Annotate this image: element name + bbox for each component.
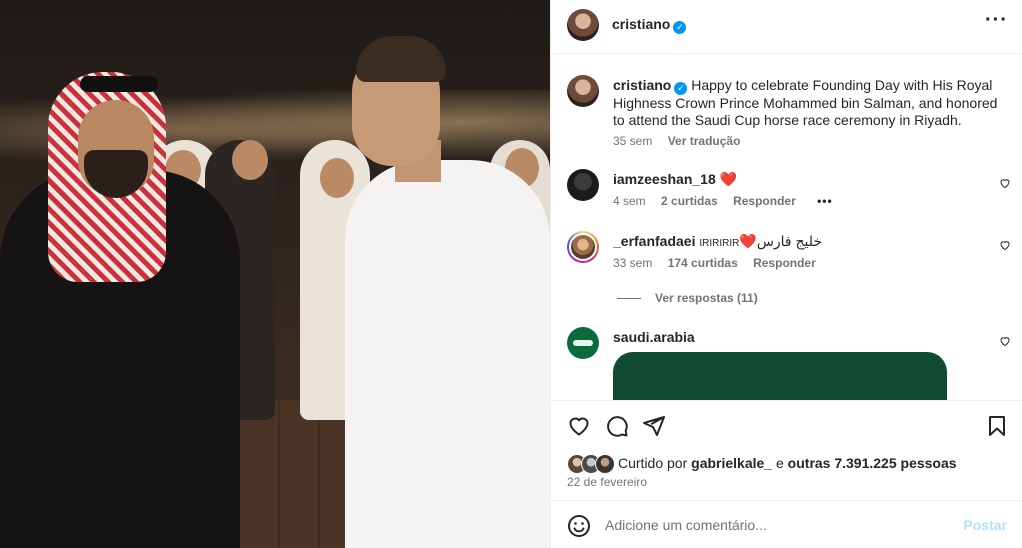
- bookmark-icon[interactable]: [985, 414, 1009, 438]
- comment-like-heart-icon[interactable]: [999, 177, 1011, 189]
- comment-small-text: IRIRIRIR: [699, 238, 740, 249]
- comment-item: iamzeeshan_18 ❤️ 4 sem 2 curtidas Respon…: [567, 169, 1010, 219]
- caption-text: cristiano ✓ Happy to celebrate Founding D…: [613, 77, 1003, 129]
- background-head: [232, 140, 268, 180]
- avatar[interactable]: [567, 231, 599, 263]
- liked-by-prefix: Curtido por: [618, 455, 688, 471]
- post-actions: Curtido por gabrielkale_ e outras 7.391.…: [551, 400, 1022, 500]
- comments-list[interactable]: cristiano ✓ Happy to celebrate Founding D…: [551, 55, 1022, 400]
- post-photo[interactable]: [0, 0, 550, 548]
- comment-meta: 33 sem 174 curtidas Responder: [613, 256, 828, 270]
- comment-username[interactable]: saudi.arabia: [613, 329, 695, 345]
- liked-by-others[interactable]: outras 7.391.225 pessoas: [788, 455, 957, 471]
- comment-item: _erfanfadaei IRIRIRIR❤️خلیج فارس 33 sem …: [567, 231, 1010, 281]
- comment-username[interactable]: iamzeeshan_18: [613, 171, 716, 187]
- caption-meta: 35 sem Ver tradução: [613, 134, 752, 148]
- comment-text: خلیج فارس: [756, 233, 823, 249]
- add-comment-bar: Postar: [551, 500, 1022, 548]
- comment-like-heart-icon[interactable]: [999, 335, 1011, 347]
- post-comment-button[interactable]: Postar: [963, 517, 1007, 533]
- header-username-text[interactable]: cristiano: [612, 16, 670, 32]
- post-header: cristiano ✓ ···: [551, 0, 1022, 54]
- reply-button[interactable]: Responder: [753, 256, 816, 270]
- verified-badge-icon: ✓: [673, 21, 687, 34]
- comment-likes[interactable]: 174 curtidas: [668, 256, 738, 270]
- comment-time: 4 sem: [613, 194, 646, 208]
- reply-button[interactable]: Responder: [733, 194, 796, 208]
- share-icon[interactable]: [642, 414, 666, 438]
- man-in-white-thobe: [345, 160, 550, 548]
- caption-username[interactable]: cristiano: [613, 77, 671, 93]
- heart-icon[interactable]: [567, 414, 591, 438]
- comment-username[interactable]: _erfanfadaei: [613, 233, 695, 249]
- post-date[interactable]: 22 de fevereiro: [567, 475, 647, 489]
- liked-by-avatars: [567, 454, 617, 474]
- divider: [617, 298, 641, 300]
- comment-image[interactable]: [613, 352, 947, 400]
- agal-headband: [80, 76, 158, 92]
- caption-time: 35 sem: [613, 134, 653, 148]
- comment-icon[interactable]: [605, 414, 629, 438]
- background-head: [320, 158, 354, 198]
- comment-more-icon[interactable]: •••: [817, 194, 833, 208]
- comment-time: 33 sem: [613, 256, 653, 270]
- avatar[interactable]: [567, 75, 599, 107]
- liked-by-middle: e: [775, 455, 784, 471]
- comment-meta: 4 sem 2 curtidas Responder •••: [613, 194, 845, 208]
- verified-badge-icon: ✓: [674, 82, 688, 95]
- comment-likes[interactable]: 2 curtidas: [661, 194, 718, 208]
- header-username[interactable]: cristiano ✓: [612, 16, 687, 34]
- avatar[interactable]: [595, 454, 615, 474]
- post-side-panel: cristiano ✓ ··· cristiano ✓ Happy to celeb…: [550, 0, 1022, 548]
- comment-line: iamzeeshan_18 ❤️: [613, 171, 737, 188]
- view-replies-button[interactable]: Ver respostas (11): [617, 291, 758, 305]
- avatar[interactable]: [567, 169, 599, 201]
- view-replies-label: Ver respostas (11): [655, 291, 758, 305]
- comment-line: _erfanfadaei IRIRIRIR❤️خلیج فارس: [613, 233, 822, 250]
- liked-by-user[interactable]: gabrielkale_: [691, 455, 772, 471]
- avatar[interactable]: [567, 327, 599, 359]
- emoji-icon[interactable]: [567, 514, 591, 538]
- liked-by-text: Curtido por gabrielkale_ e outras 7.391.…: [618, 455, 957, 471]
- avatar[interactable]: [567, 9, 599, 41]
- more-options-icon[interactable]: ···: [985, 10, 1007, 34]
- comment-input[interactable]: [605, 511, 945, 539]
- comment-emoji: ❤️: [719, 171, 738, 187]
- comment-like-heart-icon[interactable]: [999, 239, 1011, 251]
- comment-emoji: ❤️: [739, 233, 757, 249]
- post-dialog: cristiano ✓ ··· cristiano ✓ Happy to celeb…: [0, 0, 1022, 548]
- comment-line: saudi.arabia: [613, 329, 695, 345]
- hair: [356, 36, 446, 82]
- translate-link[interactable]: Ver tradução: [668, 134, 741, 148]
